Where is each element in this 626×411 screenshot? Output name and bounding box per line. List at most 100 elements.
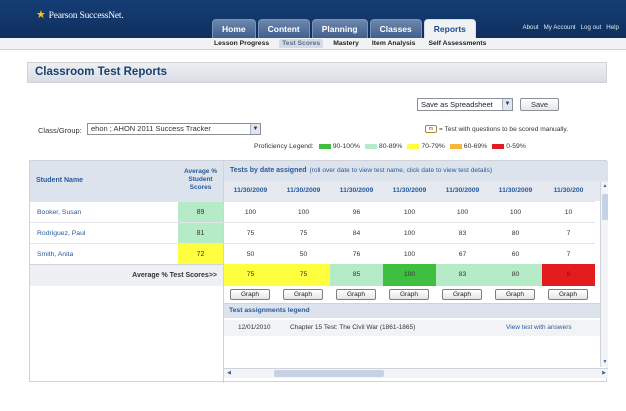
graph-button[interactable]: Graph — [389, 289, 429, 300]
graph-button[interactable]: Graph — [442, 289, 482, 300]
view-test-with-answers-link[interactable]: View test with answers — [506, 320, 572, 336]
legend-item-0-59: 0-59% — [492, 143, 526, 150]
graph-button[interactable]: Graph — [336, 289, 376, 300]
vertical-scrollbar[interactable]: ▲ ▼ — [600, 182, 608, 367]
tab-content[interactable]: Content — [257, 19, 310, 38]
my-account-link[interactable]: My Account — [544, 24, 576, 31]
subnav-mastery[interactable]: Mastery — [330, 39, 362, 48]
legend-label: 70-79% — [421, 143, 445, 150]
brand-mark: . — [121, 11, 124, 21]
test-score-cell: 100 — [436, 201, 489, 222]
help-link[interactable]: Help — [606, 24, 619, 31]
scroll-left-icon[interactable]: ◀ — [224, 369, 234, 378]
tests-header: Tests by date assigned (roll over date to… — [224, 161, 608, 181]
table-row: Smith, Anita 72 — [30, 243, 223, 265]
manual-scoring-text: = Test with questions to be scored manua… — [439, 125, 568, 133]
subnav-self-assessments[interactable]: Self Assessments — [425, 39, 489, 48]
class-group-label: Class/Group: — [38, 126, 82, 135]
scroll-up-icon[interactable]: ▲ — [601, 182, 608, 191]
test-date-header[interactable]: 11/30/2009 — [436, 181, 489, 201]
legend-swatch — [407, 144, 420, 149]
legend-label: 90-100% — [332, 143, 360, 150]
test-score-cell: 100 — [489, 201, 542, 222]
export-format-select[interactable]: Save as Spreadsheet ▼ — [417, 98, 513, 111]
test-score-cell: 7 — [542, 243, 595, 264]
legend-swatch — [449, 144, 462, 149]
test-date-header[interactable]: 11/30/200 — [542, 181, 595, 201]
test-score-cell: 96 — [330, 201, 383, 222]
tests-hint: (roll over date to view test name, click… — [309, 167, 493, 174]
average-test-scores-label: Average % Test Scores>> — [132, 272, 217, 279]
legend-label: 60-69% — [463, 143, 488, 150]
test-score-cell: 76 — [330, 243, 383, 264]
test-score-cell: 100 — [224, 201, 277, 222]
legend-swatch — [364, 144, 377, 149]
chevron-down-icon[interactable]: ▼ — [250, 124, 260, 134]
graph-button[interactable]: Graph — [230, 289, 270, 300]
save-button[interactable]: Save — [520, 98, 559, 111]
graph-button[interactable]: Graph — [548, 289, 588, 300]
test-date-header[interactable]: 11/30/2009 — [489, 181, 542, 201]
average-student-scores-header[interactable]: Average % Student Scores — [178, 168, 223, 192]
student-name[interactable]: Rodriguez, Paul — [37, 230, 85, 237]
proficiency-legend: Proficiency Legend: 90-100% 80-89% 70-79… — [254, 143, 531, 150]
test-date-header[interactable]: 11/30/2009 — [383, 181, 436, 201]
test-average-cell: 75 — [224, 264, 277, 286]
test-score-cell: 50 — [224, 243, 277, 264]
test-date-header[interactable]: 11/30/2009 — [277, 181, 330, 201]
test-score-cell: 83 — [436, 222, 489, 243]
tab-classes[interactable]: Classes — [369, 19, 422, 38]
scroll-down-icon[interactable]: ▼ — [601, 358, 608, 367]
list-item: 12/01/2010 Chapter 15 Test: The Civil Wa… — [224, 320, 600, 336]
student-average: 89 — [178, 202, 223, 223]
test-score-cell: 67 — [436, 243, 489, 264]
test-score-cell: 60 — [489, 243, 542, 264]
student-column-header: Student Name Average % Student Scores — [30, 161, 223, 201]
student-name-header[interactable]: Student Name — [36, 177, 83, 184]
test-date-header[interactable]: 11/30/2009 — [224, 181, 277, 201]
subnav-lesson-progress[interactable]: Lesson Progress — [211, 39, 272, 48]
manual-scoring-note: m = Test with questions to be scored man… — [425, 125, 568, 133]
tests-scroll-region: Tests by date assigned (roll over date to… — [223, 161, 608, 383]
page-content: Classroom Test Reports Save as Spreadshe… — [27, 62, 608, 383]
test-score-cell: 100 — [277, 201, 330, 222]
legend-item-70-79: 70-79% — [407, 143, 445, 150]
legend-swatch — [318, 144, 331, 149]
horizontal-scrollbar[interactable]: ◀ ▶ — [224, 368, 608, 378]
legend-item-80-89: 80-89% — [364, 143, 402, 150]
average-test-scores-row-label: Average % Test Scores>> — [30, 264, 223, 286]
log-out-link[interactable]: Log out — [581, 24, 602, 31]
graph-button[interactable]: Graph — [283, 289, 323, 300]
class-group-value: ehon ; AHON 2011 Success Tracker — [91, 124, 211, 133]
student-name[interactable]: Booker, Susan — [37, 209, 81, 216]
export-format-value: Save as Spreadsheet — [421, 100, 493, 109]
about-link[interactable]: About — [522, 24, 538, 31]
student-average: 81 — [178, 223, 223, 244]
tab-planning[interactable]: Planning — [311, 19, 368, 38]
horizontal-scroll-thumb[interactable] — [274, 370, 384, 377]
class-group-select[interactable]: ehon ; AHON 2011 Success Tracker ▼ — [87, 123, 261, 135]
test-date-header[interactable]: 11/30/2009 — [330, 181, 383, 201]
tab-reports[interactable]: Reports — [423, 19, 476, 38]
vertical-scroll-thumb[interactable] — [602, 194, 608, 220]
test-dates-header-row: 11/30/2009 11/30/2009 11/30/2009 11/30/2009… — [224, 181, 608, 201]
test-average-cell: 75 — [277, 264, 330, 286]
test-score-cell: 100 — [383, 243, 436, 264]
test-score-cell: 10 — [542, 201, 595, 222]
pearson-successnet-logo[interactable]: ★ Pearson SuccessNet. — [36, 8, 124, 21]
test-score-cell: 7 — [542, 222, 595, 243]
chevron-down-icon[interactable]: ▼ — [502, 99, 512, 110]
student-name[interactable]: Smith, Anita — [37, 251, 73, 258]
scroll-right-icon[interactable]: ▶ — [599, 369, 608, 378]
brand-name: Pearson SuccessNet — [48, 11, 122, 21]
tab-home[interactable]: Home — [212, 19, 256, 38]
graph-button[interactable]: Graph — [495, 289, 535, 300]
top-header-bar: ★ Pearson SuccessNet. Home Content Planni… — [0, 0, 626, 38]
manual-scoring-icon: m — [425, 125, 437, 133]
subnav-test-scores[interactable]: Test Scores — [279, 39, 324, 48]
subnav-item-analysis[interactable]: Item Analysis — [369, 39, 419, 48]
test-average-cell: 100 — [383, 264, 436, 286]
test-assignments-legend-title: Test assignments legend — [224, 304, 600, 318]
test-average-cell: 8 — [542, 264, 595, 286]
test-score-cell: 75 — [277, 222, 330, 243]
